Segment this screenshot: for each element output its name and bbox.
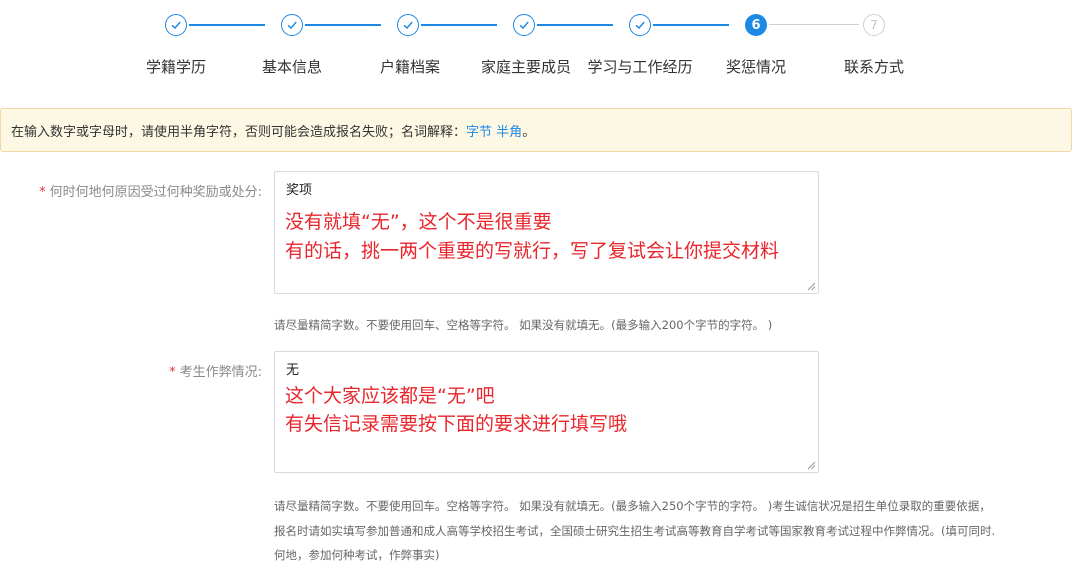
notice-text: 在输入数字或字母时，请使用半角字符，否则可能会造成报名失败；名词解释： — [11, 124, 467, 140]
annotation-text: 没有就填“无”，这个不是很重要 — [285, 211, 552, 233]
cheating-label-text: 考生作弊情况: — [179, 365, 262, 380]
step-5-label[interactable]: 学习与工作经历 — [580, 56, 700, 77]
cheating-hint-line-3: 何地，参加何种考试，作弊事实) — [274, 548, 440, 562]
bytes-link[interactable]: 字节 — [466, 121, 492, 140]
required-mark: * — [169, 365, 176, 380]
step-4-label[interactable]: 家庭主要成员 — [466, 56, 586, 77]
step-connector — [305, 24, 381, 26]
step-2-check-icon[interactable] — [281, 14, 303, 36]
step-connector — [653, 24, 729, 26]
step-connector — [769, 24, 859, 25]
rewards-label: * 何时何地何原因受过何种奖励或处分: — [39, 181, 262, 200]
progress-stepper: 学籍学历 基本信息 户籍档案 家庭主要成员 学习与工作经历 6 奖惩情况 7 联… — [0, 0, 1080, 100]
cheating-textarea[interactable]: 无 这个大家应该都是“无”吧 有失信记录需要按下面的要求进行填写哦 — [274, 351, 819, 473]
step-connector — [537, 24, 613, 26]
rewards-value: 奖项 — [286, 183, 313, 198]
halfwidth-notice: 在输入数字或字母时，请使用半角字符，否则可能会造成报名失败；名词解释： 字节 半… — [0, 108, 1072, 152]
step-3-check-icon[interactable] — [397, 14, 419, 36]
cheating-value: 无 — [286, 363, 300, 378]
step-5-check-icon[interactable] — [629, 14, 651, 36]
rewards-hint: 请尽量精简字数。不要使用回车、空格等字符。 如果没有就填无。(最多输入200个字… — [274, 318, 773, 332]
step-connector — [189, 24, 265, 26]
step-connector — [421, 24, 497, 26]
annotation-text: 这个大家应该都是“无”吧 — [285, 385, 495, 407]
step-4-check-icon[interactable] — [513, 14, 535, 36]
annotation-text: 有的话，挑一两个重要的写就行，写了复试会让你提交材料 — [285, 240, 780, 262]
cheating-hint-line-1: 请尽量精简字数。不要使用回车。空格等字符。 如果没有就填无。(最多输入250个字… — [274, 499, 991, 513]
step-6-number[interactable]: 6 — [745, 14, 767, 36]
annotation-text: 有失信记录需要按下面的要求进行填写哦 — [285, 413, 628, 435]
step-1-check-icon[interactable] — [165, 14, 187, 36]
notice-suffix: 。 — [522, 124, 536, 140]
resize-grip-icon[interactable] — [807, 282, 816, 291]
step-1-label[interactable]: 学籍学历 — [116, 56, 236, 77]
halfwidth-link[interactable]: 半角 — [496, 121, 522, 140]
step-6-label[interactable]: 奖惩情况 — [696, 56, 816, 77]
step-3-label[interactable]: 户籍档案 — [350, 56, 470, 77]
rewards-textarea[interactable]: 奖项 没有就填“无”，这个不是很重要 有的话，挑一两个重要的写就行，写了复试会让… — [274, 171, 819, 294]
step-7-number[interactable]: 7 — [863, 14, 885, 36]
required-mark: * — [39, 185, 46, 200]
cheating-hint-line-2: 报名时请如实填写参加普通和成人高等学校招生考试，全国硕士研究生招生考试高等教育自… — [274, 524, 996, 538]
step-2-label[interactable]: 基本信息 — [232, 56, 352, 77]
resize-grip-icon[interactable] — [807, 461, 816, 470]
step-7-label[interactable]: 联系方式 — [814, 56, 934, 77]
cheating-label: * 考生作弊情况: — [169, 361, 262, 380]
rewards-label-text: 何时何地何原因受过何种奖励或处分: — [49, 185, 262, 200]
